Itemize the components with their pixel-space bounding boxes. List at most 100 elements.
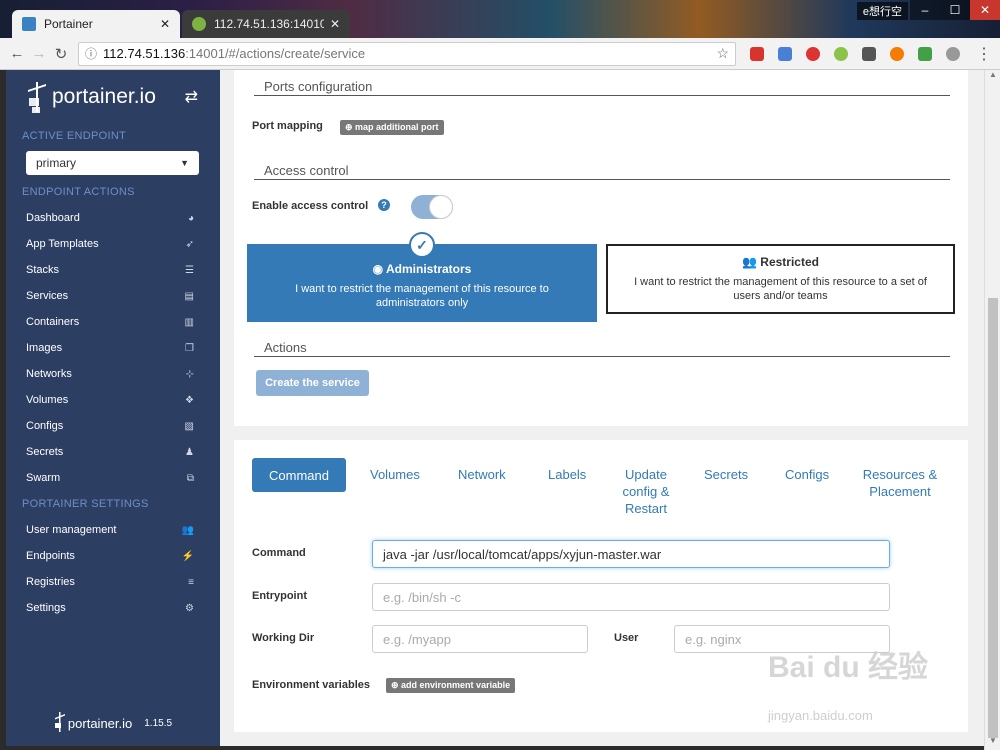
sidebar-item-label: Images — [26, 342, 63, 354]
section-divider — [254, 356, 950, 357]
sidebar-item-user-management[interactable]: User management 👥 — [6, 517, 220, 543]
window-user-label[interactable]: e想行空 — [856, 2, 908, 20]
sidebar-item-registries[interactable]: Registries ≡ — [6, 569, 220, 595]
url-input[interactable]: ⓘ 112.74.51.136 :14001/#/actions/create/… — [78, 41, 736, 66]
window-controls: – ☐ ✕ — [910, 0, 1000, 20]
user-label: User — [614, 632, 639, 644]
working-dir-input[interactable]: e.g. /myapp — [372, 625, 588, 653]
extension-red-icon[interactable] — [750, 46, 764, 61]
exchange-icon[interactable]: ⇄ — [185, 87, 198, 107]
bookmark-star-icon[interactable]: ☆ — [716, 45, 729, 62]
minimize-icon[interactable]: – — [910, 0, 940, 20]
sidebar-item-services[interactable]: Services ▤ — [6, 283, 220, 309]
rocket-icon: ➶ — [185, 238, 194, 250]
tab-volumes[interactable]: Volumes — [370, 466, 420, 483]
add-env-label: add environment variable — [401, 680, 511, 690]
reload-icon[interactable]: ↻ — [50, 45, 72, 63]
sidebar-item-label: Configs — [26, 420, 64, 432]
address-bar: ← → ↻ ⓘ 112.74.51.136 :14001/#/actions/c… — [0, 38, 1000, 70]
extension-glasses-icon[interactable] — [862, 46, 876, 61]
user-placeholder: e.g. nginx — [685, 631, 742, 647]
sidebar-footer: portainer.io 1.15.5 — [6, 711, 220, 736]
sidebar-item-app-templates[interactable]: App Templates ➶ — [6, 231, 220, 257]
tab-resources-placement[interactable]: Resources & Placement — [858, 466, 942, 500]
sidebar-item-volumes[interactable]: Volumes ❖ — [6, 387, 220, 413]
extension-orange-icon[interactable] — [890, 46, 904, 61]
sidebar-item-networks[interactable]: Networks ⊹ — [6, 361, 220, 387]
tab-secrets[interactable]: Secrets — [704, 466, 748, 483]
plug-icon: ⚡ — [181, 550, 194, 562]
maximize-icon[interactable]: ☐ — [940, 0, 970, 20]
page-scrollbar[interactable]: ▲ ▼ — [984, 70, 1000, 750]
question-circle-icon[interactable]: ? — [378, 199, 390, 211]
access-control-toggle[interactable] — [411, 195, 453, 219]
leaf-favicon-icon — [192, 17, 206, 31]
extension-adblock-icon[interactable] — [806, 46, 820, 61]
sidebar-item-containers[interactable]: Containers ▥ — [6, 309, 220, 335]
scroll-down-icon[interactable]: ▼ — [985, 736, 1000, 750]
enable-access-control-label: Enable access control — [252, 200, 369, 212]
map-additional-port-button[interactable]: ⊕ map additional port — [340, 120, 444, 135]
close-icon[interactable]: ✕ — [330, 17, 340, 31]
browser-tab-second[interactable]: 112.74.51.136:14010/a ✕ — [182, 10, 350, 38]
object-group-icon: ⧉ — [186, 472, 194, 484]
browser-menu-icon[interactable]: ⋮ — [976, 44, 992, 64]
restricted-title: Restricted — [760, 255, 819, 269]
portainer-settings-header: PORTAINER SETTINGS — [22, 498, 149, 510]
restricted-desc: I want to restrict the management of thi… — [634, 276, 927, 302]
tab-command[interactable]: Command — [252, 458, 346, 492]
sidebar-item-label: Networks — [26, 368, 72, 380]
logo-text: portainer.io — [52, 84, 156, 108]
restricted-option[interactable]: 👥 Restricted I want to restrict the mana… — [606, 244, 955, 314]
sidebar-item-label: User management — [26, 524, 117, 536]
working-dir-label: Working Dir — [252, 632, 315, 644]
sidebar-item-label: Endpoints — [26, 550, 75, 562]
create-service-button[interactable]: Create the service — [256, 370, 369, 396]
extension-pill-icon[interactable] — [946, 46, 960, 61]
service-settings-card: Command Volumes Network Labels Update co… — [234, 440, 968, 732]
browser-tab-portainer[interactable]: Portainer ✕ — [12, 10, 180, 38]
extension-translate-icon[interactable] — [778, 46, 792, 61]
check-icon: ✓ — [409, 232, 435, 258]
scrollbar-thumb[interactable] — [988, 298, 998, 738]
add-environment-variable-button[interactable]: ⊕ add environment variable — [386, 678, 516, 693]
sidebar-item-label: Containers — [26, 316, 80, 328]
tab-network[interactable]: Network — [458, 466, 506, 483]
baidu-watermark: Bai du 经验 — [768, 651, 929, 684]
scroll-up-icon[interactable]: ▲ — [985, 70, 1000, 84]
sidebar-item-dashboard[interactable]: Dashboard ◕ — [6, 205, 220, 231]
extension-green-icon[interactable] — [918, 46, 932, 61]
active-endpoint-header: ACTIVE ENDPOINT — [22, 130, 127, 142]
forward-arrow-icon[interactable]: → — [28, 45, 50, 62]
extension-grey-icon[interactable] — [834, 46, 848, 61]
tab-labels[interactable]: Labels — [548, 466, 586, 483]
url-host: 112.74.51.136 — [103, 46, 186, 61]
command-value: java -jar /usr/local/tomcat/apps/xyjun-m… — [383, 546, 662, 562]
info-icon[interactable]: ⓘ — [85, 45, 97, 62]
back-arrow-icon[interactable]: ← — [6, 45, 28, 62]
sidebar-item-stacks[interactable]: Stacks ☰ — [6, 257, 220, 283]
entrypoint-input[interactable]: e.g. /bin/sh -c — [372, 583, 890, 611]
portainer-logo[interactable]: portainer.io ⇄ — [6, 70, 220, 123]
settings-tabs: Command Volumes Network Labels Update co… — [252, 458, 952, 528]
tab-configs[interactable]: Configs — [785, 466, 829, 483]
sidebar-item-secrets[interactable]: Secrets ♟ — [6, 439, 220, 465]
sidebar-item-endpoints[interactable]: Endpoints ⚡ — [6, 543, 220, 569]
endpoint-select[interactable]: primary ▼ — [26, 151, 199, 175]
sidebar-item-images[interactable]: Images ❐ — [6, 335, 220, 361]
caret-down-icon: ▼ — [180, 158, 189, 168]
tab-update-config-restart[interactable]: Update config & Restart — [616, 466, 676, 517]
plus-circle-icon: ⊕ — [391, 680, 402, 690]
baidu-watermark-url: jingyan.baidu.com — [768, 708, 873, 723]
cubes-icon: ❖ — [185, 394, 194, 406]
sidebar-item-swarm[interactable]: Swarm ⧉ — [6, 465, 220, 491]
command-input[interactable]: java -jar /usr/local/tomcat/apps/xyjun-m… — [372, 540, 890, 568]
sidebar-item-configs[interactable]: Configs ▧ — [6, 413, 220, 439]
footer-logo-text: portainer.io — [67, 716, 133, 731]
users-icon: 👥 — [742, 255, 761, 269]
close-window-icon[interactable]: ✕ — [970, 0, 1000, 20]
access-control-title: Access control — [264, 163, 349, 178]
sidebar-item-settings[interactable]: Settings ⚙ — [6, 595, 220, 621]
close-icon[interactable]: ✕ — [160, 17, 170, 31]
command-label: Command — [252, 547, 306, 559]
